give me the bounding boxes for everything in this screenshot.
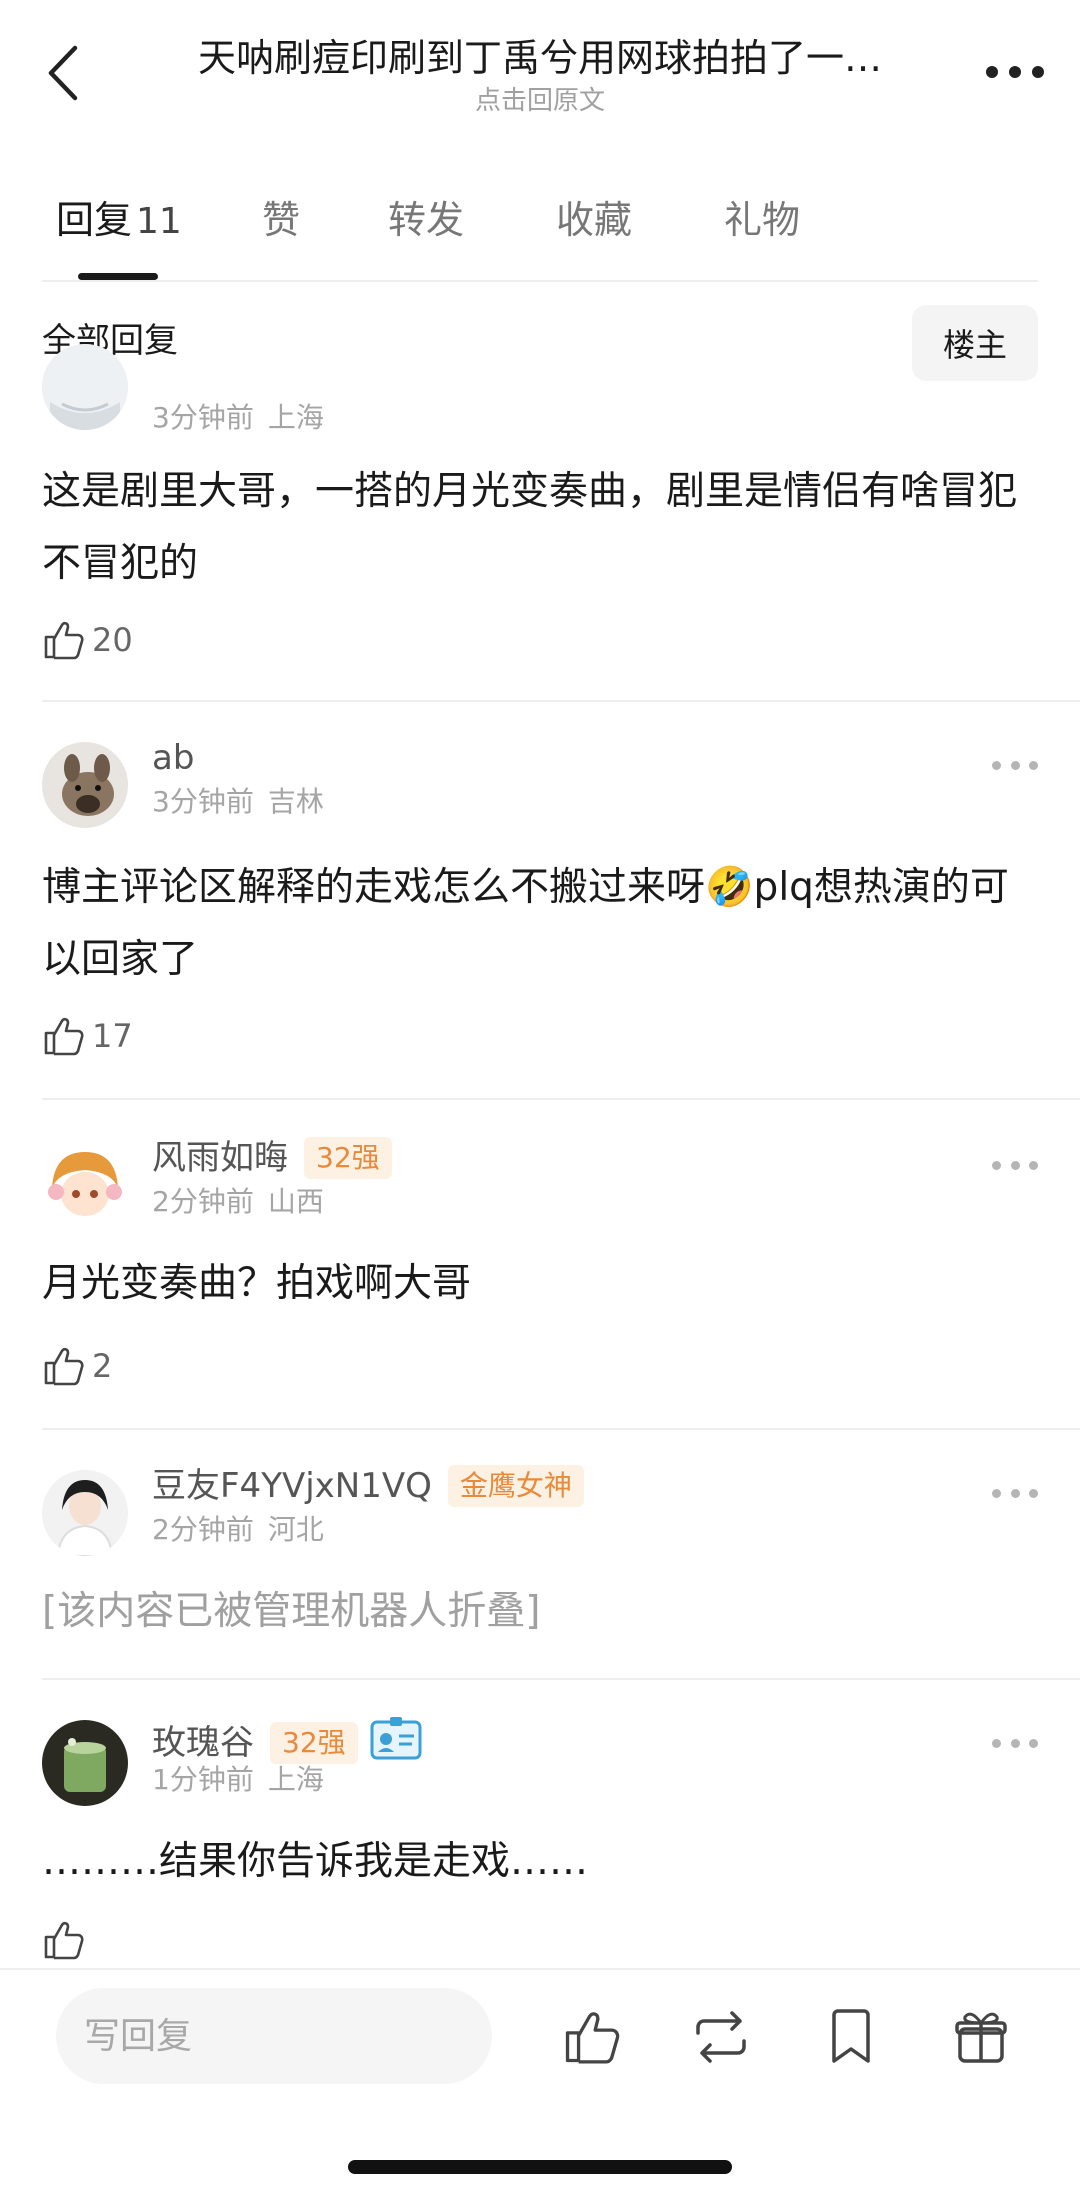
- comment-location: 河北: [267, 1513, 324, 1546]
- comment-item: 风雨如晦 32强 2分钟前 山西 月光变奏曲？拍戏啊大哥 2: [0, 1137, 1080, 1422]
- gift-icon: [955, 2012, 1007, 2063]
- thumbs-up-icon: [44, 1017, 84, 1056]
- comment-time: 2分钟前: [152, 1513, 254, 1546]
- back-button[interactable]: [32, 38, 92, 108]
- divider: [42, 1678, 1080, 1680]
- avatar[interactable]: [42, 344, 128, 430]
- bookmark-button[interactable]: [816, 2002, 886, 2072]
- like-icon: [565, 2012, 620, 2064]
- more-icon: [986, 66, 1044, 78]
- id-card-badge-icon: [368, 1714, 424, 1773]
- like-button[interactable]: 2: [42, 1342, 112, 1390]
- like-post-button[interactable]: [556, 2002, 626, 2072]
- comment-location: 上海: [267, 401, 324, 434]
- tab-reposts[interactable]: 转发: [388, 195, 464, 245]
- like-button[interactable]: 17: [42, 1012, 133, 1060]
- comment-location: 吉林: [267, 785, 324, 818]
- comment-meta: 3分钟前 上海: [152, 400, 324, 436]
- repost-icon: [696, 2011, 746, 2063]
- comment-time: 3分钟前: [152, 401, 254, 434]
- home-indicator: [348, 2160, 732, 2174]
- folded-comment-text[interactable]: [该内容已被管理机器人折叠]: [42, 1576, 1032, 1648]
- like-button[interactable]: 20: [42, 616, 133, 664]
- active-tab-indicator: [78, 273, 158, 280]
- comment-meta: 2分钟前 山西: [152, 1184, 324, 1220]
- bookmark-icon: [832, 2009, 870, 2063]
- comment-more-button[interactable]: [992, 758, 1038, 772]
- comment-username-row: 豆友F4YVjxN1VQ 金鹰女神: [152, 1464, 584, 1508]
- tab-replies-label: 回复: [56, 198, 133, 242]
- comment-more-button[interactable]: [992, 1158, 1038, 1172]
- title-block[interactable]: 天呐刷痘印刷到丁禹兮用网球拍拍了一… 点击回原文: [150, 34, 930, 118]
- comment-item: 3分钟前 上海 这是剧里大哥，一搭的月光变奏曲，剧里是情侣有啥冒犯不冒犯的 20: [0, 344, 1080, 704]
- user-badge: 32强: [270, 1722, 358, 1764]
- comment-text[interactable]: 博主评论区解释的走戏怎么不搬过来呀🤣plq想热演的可以回家了: [42, 852, 1032, 996]
- comment-meta: 3分钟前 吉林: [152, 784, 324, 820]
- more-options-button[interactable]: [980, 52, 1050, 92]
- comment-meta: 2分钟前 河北: [152, 1512, 324, 1548]
- tab-favorites[interactable]: 收藏: [556, 195, 632, 245]
- comment-username[interactable]: 风雨如晦: [152, 1138, 288, 1178]
- comment-item: 豆友F4YVjxN1VQ 金鹰女神 2分钟前 河北 [该内容已被管理机器人折叠]: [0, 1465, 1080, 1670]
- like-count: 17: [92, 1017, 133, 1055]
- comment-text[interactable]: 这是剧里大哥，一搭的月光变奏曲，剧里是情侣有啥冒犯不冒犯的: [42, 456, 1032, 600]
- comment-username-row: 风雨如晦 32强: [152, 1136, 392, 1180]
- like-count: 2: [92, 1347, 113, 1385]
- divider: [42, 1098, 1080, 1100]
- comment-username[interactable]: 豆友F4YVjxN1VQ: [152, 1466, 432, 1506]
- tab-gifts[interactable]: 礼物: [724, 195, 800, 245]
- avatar[interactable]: [42, 742, 128, 828]
- back-to-original-link[interactable]: 点击回原文: [150, 84, 930, 118]
- divider: [42, 700, 1080, 702]
- comment-username[interactable]: ab: [152, 736, 194, 780]
- comment-more-button[interactable]: [992, 1486, 1038, 1500]
- tab-likes[interactable]: 赞: [262, 195, 300, 245]
- thumbs-up-icon: [44, 1347, 84, 1386]
- tab-replies-count: 11: [136, 201, 182, 242]
- comment-text[interactable]: ………结果你告诉我是走戏……: [42, 1826, 1032, 1898]
- like-button[interactable]: [42, 1916, 84, 1964]
- reply-input[interactable]: [56, 1988, 492, 2084]
- avatar[interactable]: [42, 1470, 128, 1556]
- user-badge: 金鹰女神: [447, 1465, 584, 1507]
- divider: [42, 1428, 1080, 1430]
- thumbs-up-icon: [44, 1921, 84, 1960]
- avatar[interactable]: [42, 1142, 128, 1228]
- filter-row: 全部回复 楼主: [42, 305, 1038, 383]
- comment-username[interactable]: 玫瑰谷: [152, 1723, 254, 1763]
- divider: [42, 280, 1038, 282]
- comment-time: 3分钟前: [152, 785, 254, 818]
- comment-time: 2分钟前: [152, 1185, 254, 1218]
- tab-bar: 回复 11 赞 转发 收藏 礼物: [0, 185, 1080, 281]
- op-only-button[interactable]: 楼主: [912, 305, 1038, 381]
- top-nav-bar: 天呐刷痘印刷到丁禹兮用网球拍拍了一… 点击回原文: [0, 0, 1080, 150]
- comment-text[interactable]: 月光变奏曲？拍戏啊大哥: [42, 1248, 1032, 1320]
- comment-item: ab 3分钟前 吉林 博主评论区解释的走戏怎么不搬过来呀🤣plq想热演的可以回家了…: [0, 738, 1080, 1092]
- like-count: 20: [92, 621, 133, 659]
- thumbs-up-icon: [44, 621, 84, 660]
- repost-button[interactable]: [686, 2002, 756, 2072]
- comment-more-button[interactable]: [992, 1736, 1038, 1750]
- comment-location: 山西: [267, 1185, 324, 1218]
- comment-location: 上海: [267, 1763, 324, 1796]
- tab-replies[interactable]: 回复 11: [56, 195, 182, 247]
- comment-item: 玫瑰谷 32强 1分钟前 上海 ………结果你告诉我是走戏……: [0, 1717, 1080, 1970]
- chevron-left-icon: [48, 45, 78, 101]
- gift-button[interactable]: [946, 2002, 1016, 2072]
- post-title[interactable]: 天呐刷痘印刷到丁禹兮用网球拍拍了一…: [150, 34, 930, 82]
- avatar[interactable]: [42, 1720, 128, 1806]
- comment-meta: 1分钟前 上海: [152, 1762, 324, 1798]
- comment-time: 1分钟前: [152, 1763, 254, 1796]
- user-badge: 32强: [304, 1137, 392, 1179]
